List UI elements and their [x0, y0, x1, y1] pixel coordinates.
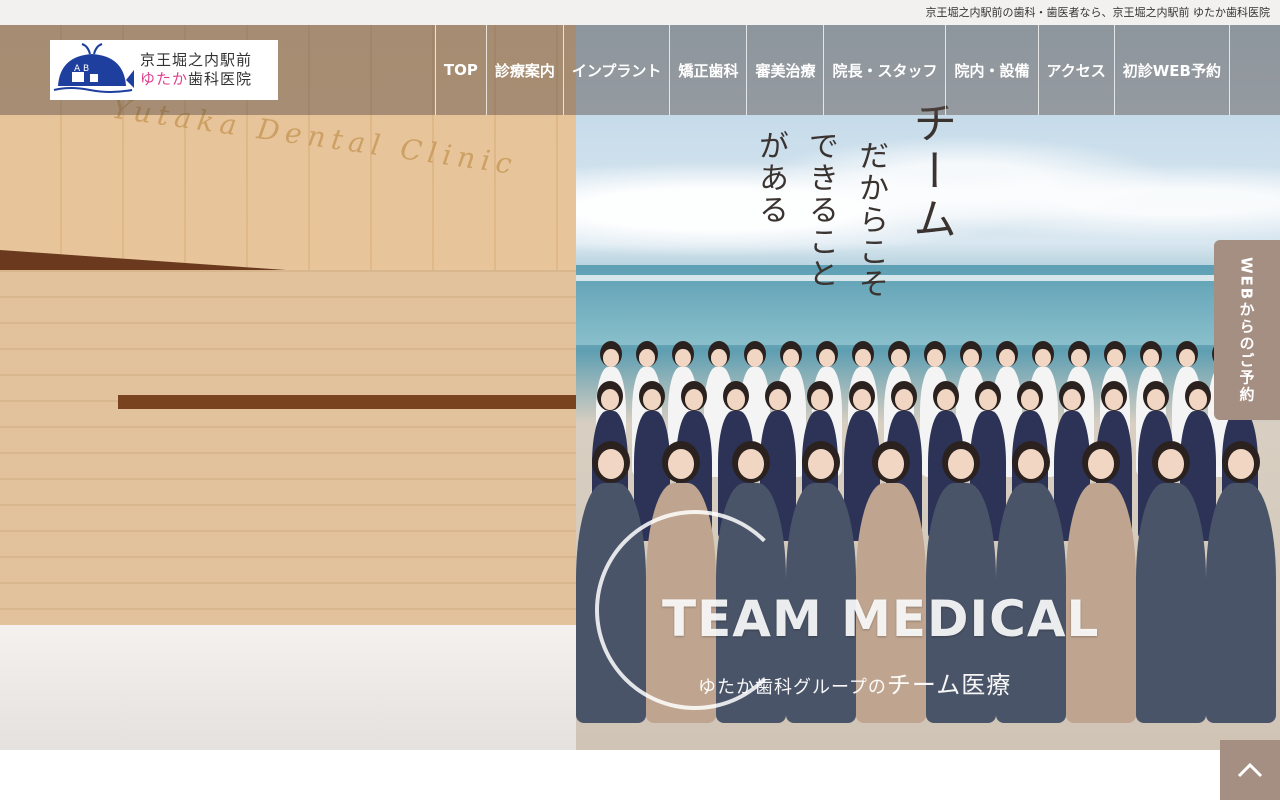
nav-orthodontics[interactable]: 矯正歯科: [669, 25, 746, 115]
staff-face: [1071, 349, 1087, 367]
staff-face: [600, 389, 620, 410]
staff-face: [684, 389, 704, 410]
slogan-line-1: チーム: [905, 100, 956, 244]
nav-implant[interactable]: インプラント: [562, 25, 670, 115]
staff-face: [711, 349, 727, 367]
logo-yutaka: ゆたか: [140, 70, 189, 88]
staff-face: [726, 389, 746, 410]
nav-top[interactable]: TOP: [434, 25, 486, 115]
staff-face: [1020, 389, 1040, 410]
staff-face: [1062, 389, 1082, 410]
staff-face: [642, 389, 662, 410]
slogan-line-3: できること: [803, 130, 838, 290]
top-tagline: 京王堀之内駅前の歯科・歯医者なら、京王堀之内駅前 ゆたか歯科医院: [925, 6, 1271, 19]
staff-figure: [1136, 483, 1206, 723]
nav-web-reservation[interactable]: 初診WEB予約: [1113, 25, 1230, 115]
staff-face: [852, 389, 872, 410]
clinic-logo[interactable]: A B 京王堀之内駅前 ゆたか歯科医院: [50, 40, 278, 100]
nav-cosmetic[interactable]: 審美治療: [746, 25, 823, 115]
staff-face: [1104, 389, 1124, 410]
staff-figure: [1206, 483, 1276, 723]
team-medical-title: TEAM MEDICAL: [662, 590, 1100, 648]
chevron-up-icon: [1237, 762, 1263, 778]
staff-face: [603, 349, 619, 367]
staff-face: [963, 349, 979, 367]
staff-face: [768, 389, 788, 410]
hero-visual: Yutaka Dental Clinic チーム だからこそ できること がある…: [0, 25, 1280, 750]
nav-facilities[interactable]: 院内・設備: [945, 25, 1037, 115]
staff-face: [936, 389, 956, 410]
staff-face: [675, 349, 691, 367]
nav-staff[interactable]: 院長・スタッフ: [823, 25, 945, 115]
logo-line-clinic: ゆたか歯科医院: [140, 70, 252, 89]
staff-face: [1143, 349, 1159, 367]
staff-face: [894, 389, 914, 410]
global-nav: TOP 診療案内 インプラント 矯正歯科 審美治療 院長・スタッフ 院内・設備 …: [434, 25, 1230, 115]
staff-face: [639, 349, 655, 367]
staff-face: [891, 349, 907, 367]
logo-text: 京王堀之内駅前 ゆたか歯科医院: [140, 51, 252, 89]
staff-face: [855, 349, 871, 367]
nav-treatment-guide[interactable]: 診療案内: [485, 25, 563, 115]
slogan-line-2: だからこそ: [853, 140, 888, 300]
staff-face: [978, 389, 998, 410]
staff-face: [783, 349, 799, 367]
staff-face: [1188, 389, 1208, 410]
staff-face: [1179, 349, 1195, 367]
team-sub-big: チーム医療: [886, 671, 1012, 699]
side-web-reservation-button[interactable]: WEBからのご予約: [1214, 240, 1280, 420]
reception-counter: [0, 270, 576, 660]
staff-face: [1146, 389, 1166, 410]
back-to-top-button[interactable]: [1220, 740, 1280, 800]
top-tagline-bar: 京王堀之内駅前の歯科・歯医者なら、京王堀之内駅前 ゆたか歯科医院: [0, 0, 1280, 25]
staff-face: [999, 349, 1015, 367]
floor: [0, 625, 576, 750]
logo-dental-clinic: 歯科医院: [188, 70, 253, 88]
team-medical-subtitle: ゆたか歯科グループのチーム医療: [698, 665, 1011, 700]
staff-face: [1107, 349, 1123, 367]
staff-face: [747, 349, 763, 367]
staff-face: [927, 349, 943, 367]
counter-shelf: [118, 395, 576, 409]
logo-mark-letters: A B: [74, 64, 89, 74]
logo-line-station: 京王堀之内駅前: [140, 51, 253, 69]
nav-access[interactable]: アクセス: [1037, 25, 1114, 115]
staff-face: [810, 389, 830, 410]
team-sub-small: ゆたか歯科グループの: [698, 677, 887, 698]
staff-face: [819, 349, 835, 367]
hero-slogan: チーム だからこそ できること がある: [748, 100, 962, 300]
site-header: A B 京王堀之内駅前 ゆたか歯科医院 TOP 診療案内 インプラント 矯正歯科…: [0, 25, 1280, 115]
hero-reception-photo: Yutaka Dental Clinic: [0, 25, 576, 750]
whale-logo-icon: A B: [50, 40, 136, 100]
slogan-line-4: がある: [753, 130, 788, 226]
staff-face: [1035, 349, 1051, 367]
